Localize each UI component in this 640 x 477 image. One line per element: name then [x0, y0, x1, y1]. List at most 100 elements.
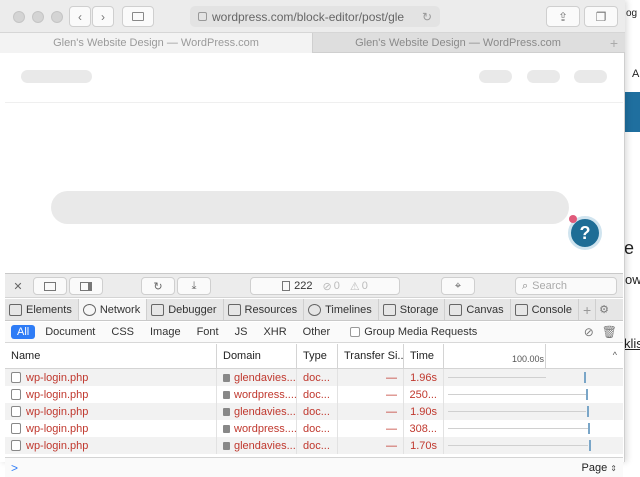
reload-icon[interactable]: ↻	[418, 10, 432, 24]
new-tab-button[interactable]: +	[603, 33, 625, 53]
column-header-time[interactable]: Time	[404, 344, 444, 368]
add-tab-button[interactable]: +	[579, 299, 595, 320]
console-prompt-icon[interactable]: >	[11, 461, 18, 475]
waterfall-bar	[587, 406, 589, 417]
console-icon	[514, 303, 528, 316]
filter-document[interactable]: Document	[39, 325, 101, 339]
column-header-type[interactable]: Type	[297, 344, 338, 368]
row-transfer-size: —	[338, 437, 404, 454]
row-domain-cell: glendavies...	[217, 403, 297, 420]
devtools-search-input[interactable]: ⌕ Search	[515, 277, 617, 295]
row-name-cell: wp-login.php	[5, 420, 217, 437]
background-text: ow	[625, 272, 640, 287]
share-icon: ⇪	[557, 9, 569, 24]
undock-icon	[44, 281, 56, 291]
lock-icon	[223, 424, 230, 433]
url-text: wordpress.com/block-editor/post/gle	[212, 9, 405, 24]
resource-count: 222	[294, 280, 313, 292]
document-icon	[11, 423, 21, 434]
row-domain-cell: glendavies...	[217, 369, 297, 386]
tab-storage[interactable]: Storage	[379, 299, 446, 320]
row-waterfall	[444, 386, 623, 403]
lock-icon	[223, 390, 230, 399]
background-text: og P	[626, 8, 640, 19]
tab-elements[interactable]: Elements	[5, 299, 79, 320]
table-row[interactable]: wp-login.php glendavies... doc... — 1.96…	[5, 369, 623, 386]
waterfall-line	[448, 428, 588, 429]
tab-label: Resources	[244, 303, 298, 316]
tab-active[interactable]: Glen's Website Design — WordPress.com	[0, 33, 313, 53]
filter-image[interactable]: Image	[144, 325, 187, 339]
page-content: ?	[5, 54, 623, 272]
close-window-button[interactable]	[13, 11, 25, 23]
share-button[interactable]: ⇪	[546, 6, 580, 27]
column-header-transfer-size[interactable]: Transfer Si...	[338, 344, 404, 368]
search-icon: ⌕	[522, 279, 529, 292]
table-row[interactable]: wp-login.php glendavies... doc... — 1.70…	[5, 437, 623, 454]
filter-other[interactable]: Other	[297, 325, 337, 339]
minimize-window-button[interactable]	[32, 11, 44, 23]
row-domain-cell: glendavies...	[217, 437, 297, 454]
sidebar-icon	[132, 12, 144, 21]
table-row[interactable]: wp-login.php wordpress.... doc... — 308.…	[5, 420, 623, 437]
column-header-waterfall[interactable]: 100.00s ^	[444, 344, 623, 368]
loading-placeholder	[51, 191, 569, 224]
forward-button[interactable]: ›	[92, 6, 114, 27]
resource-summary[interactable]: 222 ⊘ 0 ⚠ 0	[250, 277, 400, 295]
row-transfer-size: —	[338, 420, 404, 437]
download-button[interactable]: ⤓	[177, 277, 211, 295]
column-header-domain[interactable]: Domain	[217, 344, 297, 368]
filter-font[interactable]: Font	[191, 325, 225, 339]
row-time: 308...	[404, 420, 444, 437]
tab-network[interactable]: Network	[78, 299, 148, 320]
download-icon: ⤓	[191, 279, 197, 292]
clear-cache-icon[interactable]: ⊘	[584, 325, 594, 339]
header-divider	[5, 102, 623, 103]
waterfall-bar	[588, 423, 590, 434]
tab-inactive[interactable]: Glen's Website Design — WordPress.com	[313, 33, 603, 53]
tab-timelines[interactable]: Timelines	[304, 299, 379, 320]
filter-js[interactable]: JS	[229, 325, 254, 339]
chevron-right-icon: ›	[101, 9, 105, 24]
chevron-up-icon[interactable]: ^	[613, 350, 617, 360]
settings-button[interactable]: ⚙	[595, 299, 612, 320]
table-row[interactable]: wp-login.php glendavies... doc... — 1.90…	[5, 403, 623, 420]
row-waterfall	[444, 403, 623, 420]
table-row[interactable]: wp-login.php wordpress.... doc... — 250.…	[5, 386, 623, 403]
inspect-element-button[interactable]: ⌖	[441, 277, 475, 295]
background-text: klist	[624, 336, 640, 351]
close-icon: ✕	[13, 280, 23, 293]
tab-label: Timelines	[325, 303, 372, 316]
column-header-name[interactable]: Name	[5, 344, 217, 368]
sidebar-toggle-button[interactable]	[122, 6, 154, 27]
filter-xhr[interactable]: XHR	[257, 325, 292, 339]
group-media-checkbox[interactable]	[350, 327, 361, 337]
loading-placeholder	[527, 70, 560, 83]
dock-window-button[interactable]	[33, 277, 67, 295]
tab-label: Debugger	[168, 303, 217, 316]
reload-page-button[interactable]: ↻	[141, 277, 175, 295]
filter-css[interactable]: CSS	[105, 325, 140, 339]
tab-resources[interactable]: Resources	[224, 299, 305, 320]
close-devtools-button[interactable]: ✕	[9, 277, 27, 295]
canvas-icon	[449, 303, 463, 316]
dock-side-button[interactable]	[69, 277, 103, 295]
show-tabs-button[interactable]: ❐	[584, 6, 618, 27]
row-name-cell: wp-login.php	[5, 403, 217, 420]
page-selector[interactable]: Page ⇕	[582, 462, 617, 474]
row-transfer-size: —	[338, 369, 404, 386]
row-domain-cell: wordpress....	[217, 386, 297, 403]
back-button[interactable]: ‹	[69, 6, 91, 27]
row-domain: glendavies...	[234, 371, 296, 384]
zoom-window-button[interactable]	[51, 11, 63, 23]
tab-canvas[interactable]: Canvas	[445, 299, 511, 320]
tab-bar: Glen's Website Design — WordPress.com Gl…	[0, 33, 625, 53]
storage-icon	[382, 303, 396, 316]
question-icon: ?	[579, 222, 591, 243]
tab-console[interactable]: Console	[511, 299, 579, 320]
filter-all[interactable]: All	[11, 325, 36, 339]
address-bar[interactable]: wordpress.com/block-editor/post/gle ↻	[190, 6, 440, 27]
tab-label: Glen's Website Design — WordPress.com	[355, 37, 561, 49]
trash-icon[interactable]: 🗑	[602, 325, 617, 339]
tab-debugger[interactable]: Debugger	[147, 299, 224, 320]
